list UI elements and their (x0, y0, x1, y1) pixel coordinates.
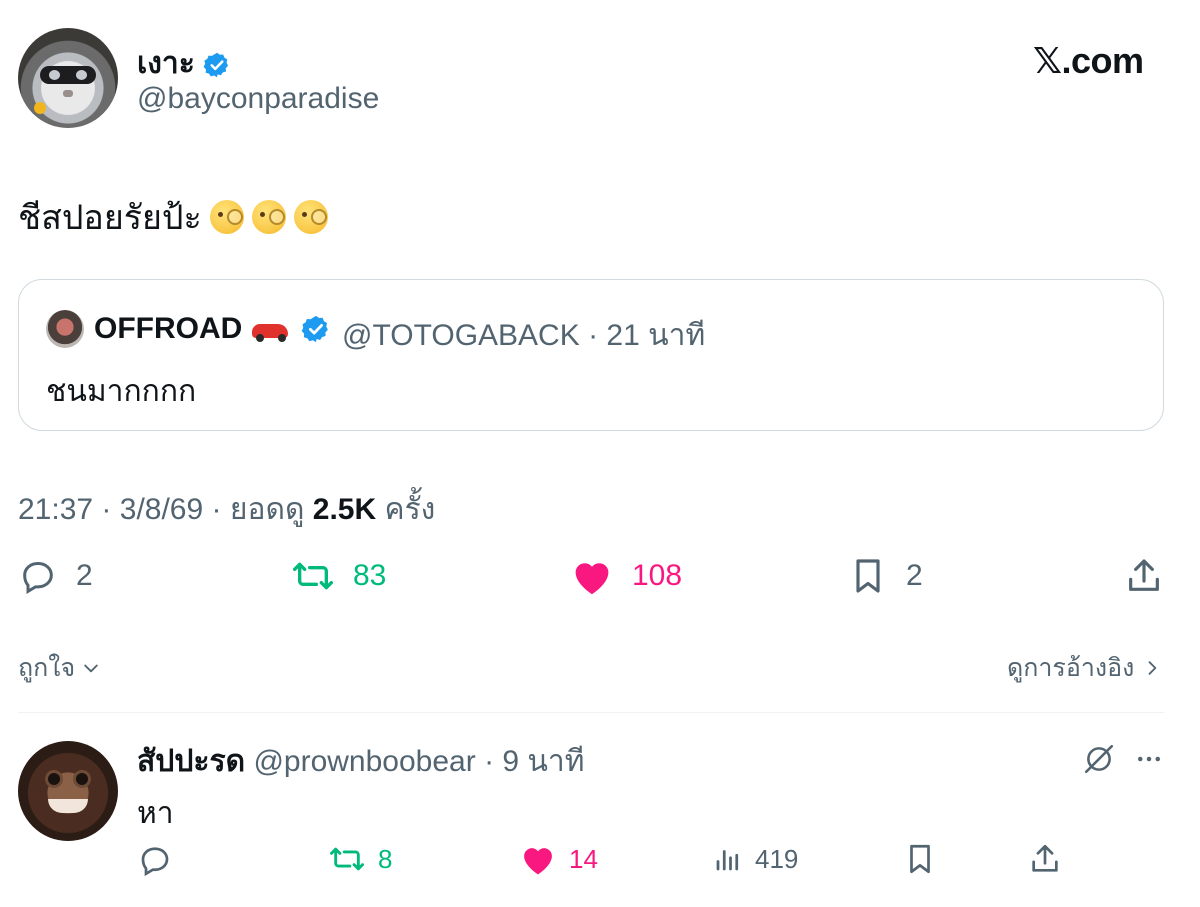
meta-separator: · (101, 493, 112, 526)
views-chart-icon (716, 850, 739, 871)
quoted-tweet-text: ชนมากกกก (46, 375, 197, 408)
verified-badge-icon (203, 52, 229, 78)
grok-icon[interactable] (1082, 742, 1116, 776)
like-button[interactable]: 108 (570, 556, 682, 596)
likes-filter-label: ถูกใจ (18, 654, 76, 682)
repost-button[interactable]: 83 (291, 556, 386, 596)
monocle-face-icon (209, 200, 244, 234)
likes-filter-dropdown[interactable]: ถูกใจ (18, 648, 101, 688)
cat-nose (63, 90, 73, 97)
see-quotes-label: ดูการอ้างอิง (1007, 654, 1135, 682)
quoted-tweet-meta: @TOTOGABACK · 21 นาที (342, 312, 705, 359)
red-car-icon (250, 317, 290, 343)
tweet-timestamp: 21:37 · 3/8/69 · ยอดดู 2.5K ครั้ง (18, 486, 435, 533)
author-display-name[interactable]: เงาะ (137, 40, 231, 87)
reply-time[interactable]: 9 นาที (502, 745, 584, 778)
reply-share-button[interactable] (1028, 842, 1062, 876)
more-options-icon[interactable] (1134, 744, 1164, 774)
views-count: 2.5K (312, 493, 377, 526)
repost-count: 83 (353, 559, 387, 592)
reply-top-icons (1082, 742, 1164, 776)
author-handle[interactable]: @bayconparadise (137, 82, 379, 116)
author-name-text: เงาะ (137, 47, 195, 80)
reply-header: สัปปะรด @prownboobear · 9 นาที (137, 738, 585, 785)
reply-like-count: 14 (569, 843, 598, 874)
views-label: ยอดดู (229, 493, 305, 526)
see-quotes-link[interactable]: ดูการอ้างอิง (1007, 648, 1162, 688)
reply-button[interactable]: 2 (18, 556, 93, 596)
reply-repost-count: 8 (378, 843, 393, 874)
repost-icon (292, 562, 333, 590)
divider (18, 712, 1164, 713)
reply-like-button[interactable]: 14 (519, 842, 598, 876)
chevron-down-icon (84, 664, 98, 673)
meta-separator: · (588, 319, 599, 352)
dog-eye (48, 773, 60, 785)
tweet-date[interactable]: 3/8/69 (120, 493, 203, 526)
avatar-collar-tag (34, 102, 46, 114)
quoted-author-name-text: OFFROAD (94, 312, 243, 345)
reply-icon (141, 847, 169, 877)
reply-count: 2 (76, 559, 93, 592)
x-logo: 𝕏.com (1033, 40, 1144, 81)
reply-bookmark-button[interactable] (903, 842, 937, 876)
heart-icon (524, 848, 552, 875)
reply-views-button[interactable]: 419 (713, 842, 798, 876)
reply-text: หา (137, 797, 174, 830)
cat-face-mask (40, 66, 96, 84)
reply-views-count: 419 (755, 843, 799, 874)
verified-badge-icon (301, 315, 328, 343)
reply-icon (23, 561, 53, 594)
reply-author-avatar[interactable] (18, 741, 118, 841)
dog-eye (76, 773, 88, 785)
reply-reply-button[interactable] (137, 842, 173, 878)
bookmark-count: 2 (906, 559, 923, 592)
monocle-face-icon (251, 200, 286, 234)
tweet-time[interactable]: 21:37 (18, 493, 93, 526)
repost-icon (329, 847, 364, 871)
share-button[interactable] (1124, 556, 1164, 596)
quoted-tweet-time: 21 นาที (606, 319, 706, 352)
quoted-author-name: OFFROAD (94, 312, 290, 346)
reply-author-name[interactable]: สัปปะรด (137, 745, 245, 778)
share-icon (1129, 559, 1159, 591)
meta-separator: · (484, 745, 495, 778)
tweet-text-content: ชีสปอยรัยป้ะ (18, 199, 202, 237)
bookmark-icon (910, 844, 930, 874)
bookmark-button[interactable]: 2 (848, 556, 923, 596)
like-count: 108 (632, 559, 683, 592)
views-suffix: ครั้ง (384, 493, 436, 526)
chevron-right-icon (1148, 661, 1157, 675)
dog-mouth (48, 799, 88, 813)
meta-separator: · (211, 493, 222, 526)
share-icon (1032, 844, 1058, 872)
reply-author-handle[interactable]: @prownboobear (253, 745, 475, 778)
quoted-author-handle: @TOTOGABACK (342, 319, 580, 352)
heart-icon (575, 563, 609, 595)
bookmark-icon (856, 559, 880, 593)
reply-repost-button[interactable]: 8 (328, 842, 392, 876)
tweet-text: ชีสปอยรัยป้ะ (18, 190, 328, 244)
monocle-face-icon (293, 200, 328, 234)
author-avatar[interactable] (18, 28, 118, 128)
quoted-author-avatar (46, 310, 84, 348)
